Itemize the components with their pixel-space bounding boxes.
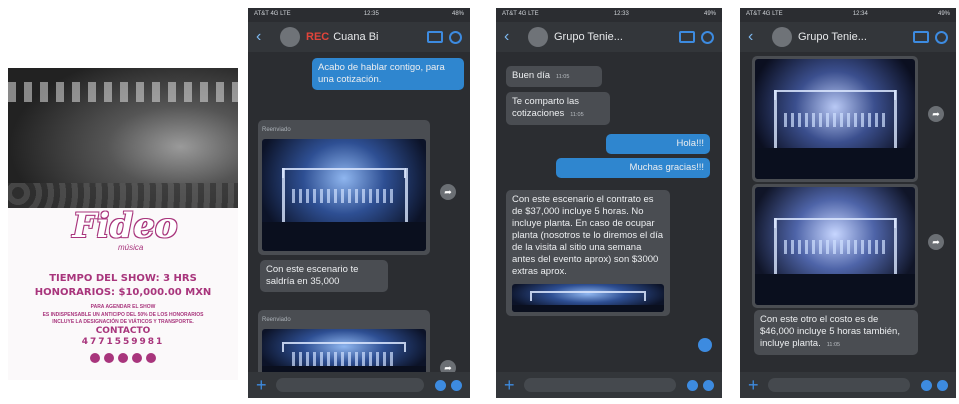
scroll-down-icon[interactable] bbox=[698, 338, 712, 352]
message-in-media[interactable] bbox=[752, 184, 918, 308]
forwarded-label: Reenviado bbox=[262, 127, 291, 133]
chat-title[interactable]: REC Cuana Bi bbox=[306, 31, 421, 43]
message-in[interactable]: Con este escenario el contrato es de $37… bbox=[506, 190, 670, 316]
message-input[interactable] bbox=[768, 378, 910, 392]
bunting-decoration bbox=[8, 82, 238, 102]
message-out[interactable]: Muchas gracias!!! bbox=[556, 158, 710, 178]
video-icon[interactable] bbox=[913, 31, 929, 43]
chat-title[interactable]: Grupo Tenie... bbox=[798, 31, 907, 43]
chat-title[interactable]: Grupo Tenie... bbox=[554, 31, 673, 43]
status-bar: AT&T 4G LTE 12:35 48% bbox=[254, 11, 464, 17]
message-in[interactable]: Con este escenario te saldría en 35,000 bbox=[260, 260, 388, 292]
plus-icon[interactable]: + bbox=[504, 375, 518, 396]
stage-photo[interactable] bbox=[755, 187, 915, 305]
avatar[interactable] bbox=[280, 27, 300, 47]
show-duration: TIEMPO DEL SHOW: 3 HRS bbox=[49, 273, 197, 284]
video-icon[interactable] bbox=[427, 31, 443, 43]
avatar[interactable] bbox=[528, 27, 548, 47]
share-icon[interactable]: ➦ bbox=[928, 234, 944, 250]
chat-header: ‹ REC Cuana Bi bbox=[248, 22, 470, 52]
instagram-icon bbox=[104, 353, 114, 363]
back-icon[interactable]: ‹ bbox=[504, 28, 518, 46]
stage-photo[interactable] bbox=[755, 59, 915, 179]
email-icon bbox=[146, 353, 156, 363]
youtube-icon bbox=[132, 353, 142, 363]
message-input-bar: + bbox=[740, 372, 956, 398]
stage-photo[interactable] bbox=[512, 284, 664, 312]
message-out[interactable]: Acabo de hablar contigo, para una cotiza… bbox=[312, 58, 464, 90]
avatar[interactable] bbox=[772, 27, 792, 47]
message-in[interactable]: Buen día 11:05 bbox=[506, 66, 602, 87]
stage-photo[interactable] bbox=[262, 139, 426, 251]
contact-label: CONTACTO bbox=[95, 326, 151, 336]
phone-icon[interactable] bbox=[449, 30, 462, 44]
message-in[interactable]: Te comparto las cotizaciones 11:05 bbox=[506, 92, 610, 125]
chat-header: ‹ Grupo Tenie... bbox=[496, 22, 722, 52]
video-icon[interactable] bbox=[679, 31, 695, 43]
message-out[interactable]: Hola!!! bbox=[606, 134, 710, 154]
whatsapp-icon bbox=[118, 353, 128, 363]
message-input[interactable] bbox=[276, 378, 424, 392]
facebook-icon bbox=[90, 353, 100, 363]
message-in[interactable]: Con este otro el costo es de $46,000 inc… bbox=[754, 310, 918, 355]
status-bar: AT&T 4G LTE 12:34 49% bbox=[746, 11, 950, 17]
show-fee: HONORARIOS: $10,000.00 MXN bbox=[34, 287, 212, 298]
plus-icon[interactable]: + bbox=[256, 375, 270, 396]
chat-header: ‹ Grupo Tenie... bbox=[740, 22, 956, 52]
travel-note: INCLUYE LA DESIGNACIÓN DE VIÁTICOS Y TRA… bbox=[52, 319, 194, 325]
mic-icon[interactable] bbox=[451, 379, 462, 391]
share-icon[interactable]: ➦ bbox=[440, 184, 456, 200]
camera-icon[interactable] bbox=[687, 379, 698, 391]
back-icon[interactable]: ‹ bbox=[256, 28, 270, 46]
chat-screen-1: AT&T 4G LTE 12:35 48% ‹ REC Cuana Bi Acab… bbox=[248, 8, 470, 398]
message-input[interactable] bbox=[524, 378, 676, 392]
phone-icon[interactable] bbox=[701, 30, 714, 44]
message-in-media[interactable]: Reenviado bbox=[258, 120, 430, 255]
poster-logo-sub: música bbox=[118, 243, 144, 252]
share-icon[interactable]: ➦ bbox=[928, 106, 944, 122]
chat-screen-2: AT&T 4G LTE 12:33 49% ‹ Grupo Tenie... B… bbox=[496, 8, 722, 398]
chat-screen-3: AT&T 4G LTE 12:34 49% ‹ Grupo Tenie... ➦… bbox=[740, 8, 956, 398]
contact-phone: 4771559981 bbox=[81, 337, 165, 347]
message-input-bar: + bbox=[496, 372, 722, 398]
forwarded-label: Reenviado bbox=[262, 317, 291, 323]
event-poster: Fideo música TIEMPO DEL SHOW: 3 HRS HONO… bbox=[8, 68, 238, 380]
back-icon[interactable]: ‹ bbox=[748, 28, 762, 46]
social-icons bbox=[8, 350, 238, 368]
phone-icon[interactable] bbox=[935, 30, 948, 44]
camera-icon[interactable] bbox=[921, 379, 932, 391]
deposit-note: ES INDISPENSABLE UN ANTICIPO DEL 50% DE … bbox=[42, 312, 204, 318]
message-input-bar: + bbox=[248, 372, 470, 398]
message-in-media[interactable] bbox=[752, 56, 918, 182]
plus-icon[interactable]: + bbox=[748, 375, 762, 396]
mic-icon[interactable] bbox=[937, 379, 948, 391]
mic-icon[interactable] bbox=[703, 379, 714, 391]
camera-icon[interactable] bbox=[435, 379, 446, 391]
booking-note: PARA AGENDAR EL SHOW bbox=[90, 304, 156, 310]
status-bar: AT&T 4G LTE 12:33 49% bbox=[502, 11, 716, 17]
poster-logo: Fideo bbox=[72, 206, 178, 246]
